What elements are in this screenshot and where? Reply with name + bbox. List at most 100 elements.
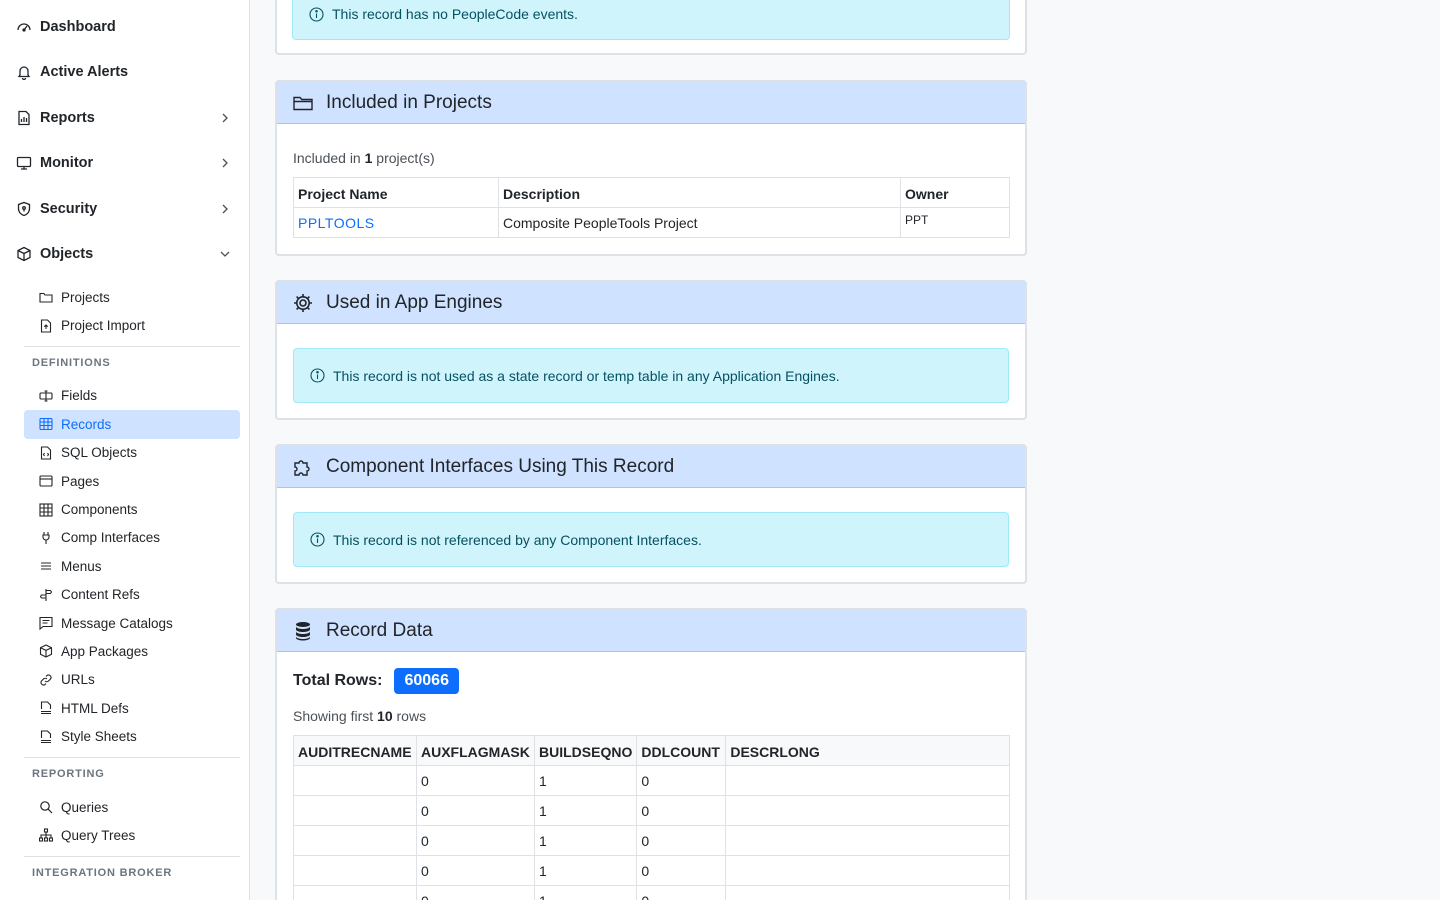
- table-cell: 0: [636, 795, 727, 826]
- column-header: DDLCOUNT: [636, 735, 727, 766]
- table-cell: 1: [533, 855, 638, 886]
- sidebar-item-sql-objects[interactable]: SQL Objects: [24, 439, 240, 467]
- table-row: 0 1 0: [293, 765, 1010, 796]
- database-icon: [292, 620, 314, 642]
- sidebar-item-projects[interactable]: Projects: [24, 283, 240, 311]
- search-icon: [39, 800, 53, 814]
- nav-objects[interactable]: Objects: [0, 232, 249, 278]
- sidebar-item-label: URLs: [61, 672, 95, 688]
- nav-security[interactable]: Security: [0, 186, 249, 232]
- app-engines-card-header: Used in App Engines: [277, 282, 1025, 324]
- sidebar-item-fields[interactable]: Fields: [24, 382, 240, 410]
- sidebar-item-label: Queries: [61, 799, 109, 815]
- sidebar-item-content-refs[interactable]: Content Refs: [24, 581, 240, 609]
- column-header: AUDITRECNAME: [293, 735, 417, 766]
- showing-rows-note: Showing first 10 rows: [293, 708, 1009, 724]
- sidebar-item-label: Records: [61, 416, 112, 432]
- sidebar-item-label: Project Import: [61, 318, 146, 334]
- nav-reports-label: Reports: [40, 109, 95, 126]
- sidebar-item-queries[interactable]: Queries: [24, 793, 240, 821]
- box-icon: [16, 246, 32, 262]
- sidebar-item-menus[interactable]: Menus: [24, 552, 240, 580]
- signpost-icon: [39, 588, 53, 602]
- sidebar-item-components[interactable]: Components: [24, 495, 240, 523]
- list-icon: [39, 559, 53, 573]
- sidebar-item-label: Comp Interfaces: [61, 530, 161, 546]
- table-cell: [725, 765, 1010, 796]
- link-icon: [39, 673, 53, 687]
- info-circle-icon: [310, 532, 325, 547]
- total-rows-badge: 60066: [394, 668, 459, 694]
- peoplecode-info-text: This record has no PeopleCode events.: [332, 6, 578, 22]
- table-icon: [39, 417, 53, 431]
- sidebar-item-label: SQL Objects: [61, 445, 138, 461]
- table-cell: 1: [533, 885, 638, 900]
- nav-reports[interactable]: Reports: [0, 95, 249, 141]
- showing-prefix: Showing first: [293, 708, 374, 724]
- table-cell: PPT: [900, 207, 1010, 238]
- puzzle-icon: [292, 456, 314, 478]
- shield-icon: [16, 201, 32, 217]
- column-header: Project Name: [293, 177, 499, 208]
- table-row: 0 1 0: [293, 825, 1010, 856]
- projects-summary-prefix: Included in: [293, 150, 361, 166]
- nav-dashboard[interactable]: Dashboard: [0, 4, 249, 50]
- record-data-card: Record Data Total Rows: 60066 Showing fi…: [275, 608, 1027, 900]
- table-cell: [293, 765, 417, 796]
- app-engines-card-title: Used in App Engines: [326, 291, 503, 313]
- projects-summary-count: 1: [364, 150, 373, 166]
- nav-monitor-label: Monitor: [40, 155, 94, 172]
- table-cell: 0: [416, 795, 535, 826]
- plug-icon: [39, 531, 53, 545]
- sidebar-item-label: Query Trees: [61, 827, 136, 843]
- sidebar-item-records[interactable]: Records: [24, 410, 240, 439]
- sidebar-item-pages[interactable]: Pages: [24, 467, 240, 495]
- file-import-icon: [39, 319, 53, 333]
- sidebar-item-label: App Packages: [61, 643, 149, 659]
- sidebar-item-label: Message Catalogs: [61, 615, 173, 631]
- record-data-card-header: Record Data: [277, 610, 1025, 652]
- table-cell: 1: [533, 765, 638, 796]
- chevron-down-icon: [219, 248, 231, 260]
- showing-count: 10: [377, 708, 393, 724]
- component-interfaces-card-header: Component Interfaces Using This Record: [277, 446, 1025, 488]
- sidebar-item-app-packages[interactable]: App Packages: [24, 637, 240, 665]
- projects-summary-suffix: project(s): [376, 150, 435, 166]
- table-cell: Composite PeopleTools Project: [498, 207, 901, 238]
- sidebar-item-html-defs[interactable]: HTML Defs: [24, 694, 240, 722]
- monitor-icon: [16, 155, 32, 171]
- sidebar-item-style-sheets[interactable]: Style Sheets: [24, 722, 240, 750]
- projects-summary: Included in 1 project(s): [293, 150, 1009, 166]
- component-interfaces-info-text: This record is not referenced by any Com…: [333, 531, 702, 548]
- column-header: BUILDSEQNO: [533, 735, 638, 766]
- component-interfaces-card: Component Interfaces Using This Record T…: [275, 444, 1027, 584]
- sidebar-item-comp-interfaces[interactable]: Comp Interfaces: [24, 524, 240, 552]
- table-cell: 0: [636, 885, 727, 900]
- chevron-right-icon: [219, 112, 231, 124]
- table-cell: [293, 825, 417, 856]
- component-interfaces-card-title: Component Interfaces Using This Record: [326, 455, 675, 477]
- nav-active-alerts[interactable]: Active Alerts: [0, 50, 249, 96]
- sidebar-item-project-import[interactable]: Project Import: [24, 311, 240, 339]
- sidebar-item-message-catalogs[interactable]: Message Catalogs: [24, 609, 240, 637]
- table-row: 0 1 0: [293, 795, 1010, 826]
- app-engines-info-text: This record is not used as a state recor…: [333, 367, 840, 384]
- project-link[interactable]: PPLTOOLS: [298, 215, 375, 231]
- nav-monitor[interactable]: Monitor: [0, 141, 249, 187]
- table-cell: PPLTOOLS: [293, 207, 499, 238]
- box-icon: [39, 644, 53, 659]
- sidebar-item-urls[interactable]: URLs: [24, 666, 240, 694]
- info-circle-icon: [309, 6, 324, 22]
- sidebar-item-query-trees[interactable]: Query Trees: [24, 821, 240, 849]
- file-code-icon: [39, 446, 53, 460]
- total-rows: Total Rows: 60066: [293, 668, 1009, 694]
- projects-card-title: Included in Projects: [326, 91, 492, 113]
- nav-objects-label: Objects: [40, 246, 94, 263]
- component-interfaces-info-alert: This record is not referenced by any Com…: [293, 512, 1009, 567]
- nav-dashboard-label: Dashboard: [40, 18, 116, 35]
- table-cell: [725, 885, 1010, 900]
- table-cell: 0: [416, 885, 535, 900]
- column-header: Description: [498, 177, 901, 208]
- gear-icon: [292, 292, 314, 314]
- table-row: 0 1 0: [293, 885, 1010, 900]
